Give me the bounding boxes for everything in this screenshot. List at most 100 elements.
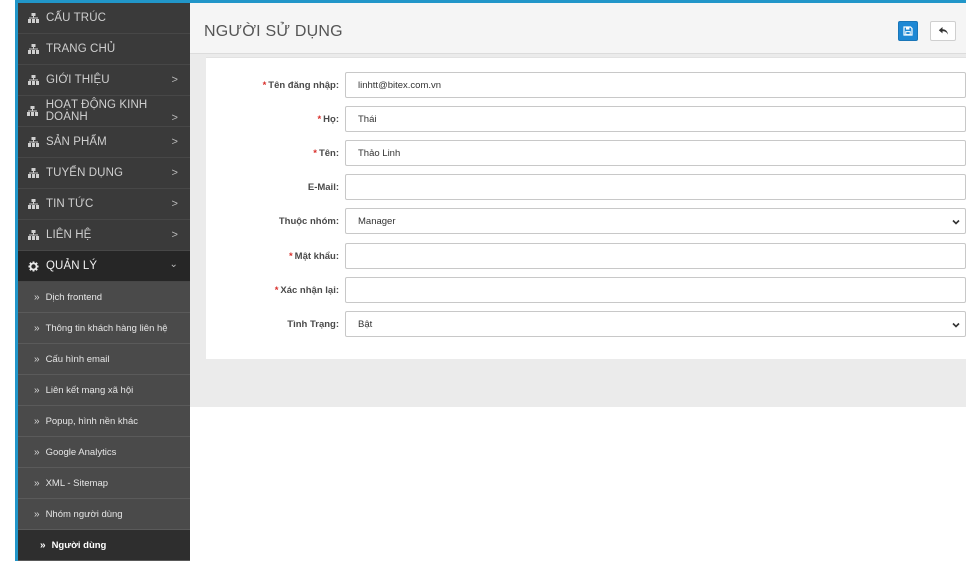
sitemap-icon [26,43,40,55]
user-form-panel: * Tên đăng nhập: linhtt@bitex.com.vn * Họ:… [206,57,966,359]
sidebar-subitem-label: Dịch frontend [45,291,103,303]
chevron-right-icon: > [171,112,178,124]
save-button[interactable] [898,21,918,41]
double-chevron-right-icon: » [34,508,40,520]
save-icon [903,26,913,36]
double-chevron-right-icon: » [34,322,40,334]
chevron-down-icon [951,320,961,330]
sidebar-item-label: GIỚI THIỆU [46,74,110,86]
sidebar-subitem-nhom-nguoi-dung[interactable]: » Nhóm người dùng [18,499,190,530]
sitemap-icon [26,198,40,210]
sidebar-subitem-dich-frontend[interactable]: » Dịch frontend [18,282,190,313]
required-marker: * [313,148,317,159]
sidebar-subitem-xml-sitemap[interactable]: » XML - Sitemap [18,468,190,499]
sidebar-item-label: SẢN PHẨM [46,136,107,148]
sidebar-subitem-label: Google Analytics [45,446,117,458]
gear-icon [26,260,40,272]
double-chevron-right-icon: » [34,477,40,489]
sidebar-subitem-label: XML - Sitemap [45,477,109,489]
sidebar-subitem-google-analytics[interactable]: » Google Analytics [18,437,190,468]
group-label: Thuộc nhóm: [278,216,339,227]
sidebar-subitem-popup-hinh-nen[interactable]: » Popup, hình nền khác [18,406,190,437]
chevron-right-icon: > [171,198,178,210]
chevron-right-icon: > [171,136,178,148]
first-name-label-text: Tên: [318,148,339,159]
sidebar-item-cau-truc[interactable]: CẤU TRÚC [18,3,190,34]
sitemap-icon [26,167,40,179]
form-row-email: E-Mail: [206,174,966,200]
sidebar-item-lien-he[interactable]: LIÊN HỆ > [18,220,190,251]
sitemap-icon [26,136,40,148]
password-label-text: Mật khẩu: [294,251,339,262]
sidebar-submenu-quan-ly: » Dịch frontend » Thông tin khách hàng l… [18,282,190,561]
sidebar-item-tuyen-dung[interactable]: TUYỂN DỤNG > [18,158,190,189]
sidebar: CẤU TRÚC TRANG CHỦ GIỚI THIỆU > HOẠT ĐỘN… [18,3,190,561]
username-label: * Tên đăng nhập: [263,80,339,91]
username-value: linhtt@bitex.com.vn [358,79,442,91]
sidebar-subitem-nguoi-dung[interactable]: » Người dùng [18,530,190,561]
sidebar-item-gioi-thieu[interactable]: GIỚI THIỆU > [18,65,190,96]
sitemap-icon [26,74,40,86]
page-header: NGƯỜI SỬ DỤNG [190,3,966,54]
status-label: Tình Trạng: [287,319,339,330]
form-row-confirm-password: * Xác nhận lại: [206,277,966,303]
sidebar-subitem-label: Cấu hình email [45,353,110,365]
sidebar-item-tin-tuc[interactable]: TIN TỨC > [18,189,190,220]
sidebar-item-label: TIN TỨC [46,198,94,210]
sidebar-subitem-label: Người dùng [51,539,107,551]
last-name-input[interactable]: Thái [345,106,966,132]
sidebar-item-label: HOẠT ĐỘNG KINH DOANH [45,99,148,123]
status-select[interactable]: Bật [345,311,966,337]
last-name-label: * Họ: [317,114,339,125]
chevron-right-icon: > [171,167,178,179]
first-name-label: * Tên: [313,148,339,159]
chevron-right-icon: > [171,74,178,86]
sidebar-item-label: TRANG CHỦ [46,43,116,55]
email-input[interactable] [345,174,966,200]
sidebar-subitem-label: Thông tin khách hàng liên hệ [45,322,168,334]
sidebar-subitem-thong-tin-khach-hang[interactable]: » Thông tin khách hàng liên hệ [18,313,190,344]
reply-arrow-icon [938,26,949,36]
sidebar-item-trang-chu[interactable]: TRANG CHỦ [18,34,190,65]
first-name-value: Thảo Linh [358,147,401,159]
sidebar-subitem-lien-ket-mang-xa-hoi[interactable]: » Liên kết mạng xã hội [18,375,190,406]
last-name-label-text: Họ: [323,114,339,125]
sidebar-subitem-label: Popup, hình nền khác [45,415,138,427]
form-row-password: * Mật khẩu: [206,243,966,269]
chevron-right-icon: > [171,229,178,241]
required-marker: * [288,251,293,262]
password-label: * Mật khẩu: [289,251,339,262]
double-chevron-right-icon: » [40,539,46,551]
double-chevron-right-icon: » [34,446,40,458]
sidebar-item-quan-ly[interactable]: QUẢN LÝ ⌄ [18,251,190,282]
double-chevron-right-icon: » [34,415,40,427]
username-input[interactable]: linhtt@bitex.com.vn [345,72,966,98]
form-row-status: Tình Trạng: Bật [206,311,966,337]
form-row-last-name: * Họ: Thái [206,106,966,132]
sidebar-item-label: TUYỂN DỤNG [46,167,124,179]
double-chevron-right-icon: » [34,291,40,303]
last-name-value: Thái [358,113,377,125]
back-button[interactable] [930,21,956,41]
sidebar-item-label: LIÊN HỆ [46,229,92,241]
form-row-username: * Tên đăng nhập: linhtt@bitex.com.vn [206,72,966,98]
sitemap-icon [26,105,40,117]
required-marker: * [262,80,267,91]
sitemap-icon [26,229,40,241]
form-row-first-name: * Tên: Thảo Linh [206,140,966,166]
confirm-password-input[interactable] [345,277,966,303]
sidebar-subitem-label: Liên kết mạng xã hội [45,384,134,396]
group-select[interactable]: Manager [345,208,966,234]
chevron-down-icon [951,217,961,227]
sidebar-item-hoat-dong-kinh-doanh[interactable]: HOẠT ĐỘNG KINH DOANH > [18,96,190,127]
chevron-down-icon: ⌄ [169,259,178,270]
sidebar-item-label: QUẢN LÝ [46,260,98,272]
first-name-input[interactable]: Thảo Linh [345,140,966,166]
sidebar-item-label: CẤU TRÚC [46,12,107,24]
sidebar-subitem-cau-hinh-email[interactable]: » Cấu hình email [18,344,190,375]
outer-margin [0,0,15,561]
password-input[interactable] [345,243,966,269]
required-marker: * [317,114,322,125]
sidebar-item-san-pham[interactable]: SẢN PHẨM > [18,127,190,158]
email-label: E-Mail: [307,182,339,193]
